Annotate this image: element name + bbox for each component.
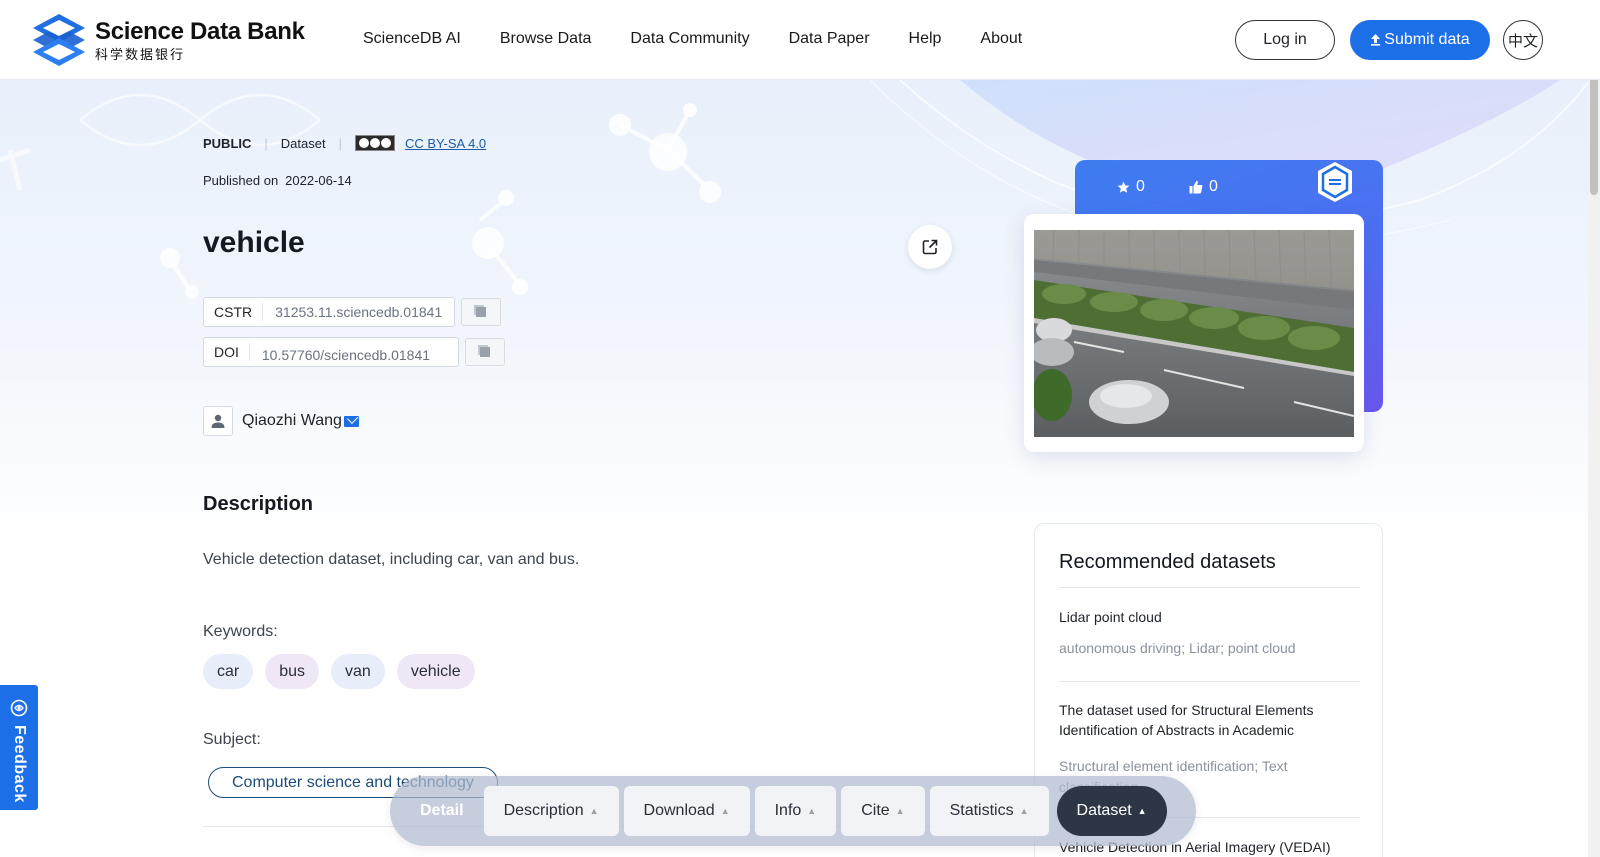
- dock-tab-label: Description: [503, 802, 584, 819]
- cstr-value: 31253.11.sciencedb.01841: [275, 304, 443, 320]
- recommended-title: Recommended datasets: [1059, 551, 1276, 573]
- license-link[interactable]: CC BY-SA 4.0: [405, 136, 486, 151]
- star-icon: [1117, 181, 1130, 193]
- nav-item-sciencedb-ai[interactable]: ScienceDB AI: [363, 30, 461, 48]
- recommended-item-title[interactable]: Lidar point cloud: [1059, 607, 1359, 627]
- meta-separator: |: [338, 135, 342, 151]
- external-link-icon: [922, 239, 938, 255]
- dock-tab-description[interactable]: Description ▲: [483, 786, 619, 836]
- recommended-item-keywords: autonomous driving; Lidar; point cloud: [1059, 640, 1296, 656]
- favorite-count-value: 0: [1136, 178, 1145, 195]
- meta-separator: |: [264, 135, 268, 151]
- thumbs-up-icon: [1189, 180, 1203, 194]
- published-value: 2022-06-14: [285, 173, 352, 188]
- section-dock: Detail Description ▲ Download ▲ Info ▲ Cite…: [390, 776, 1196, 846]
- chevron-up-icon: ▲: [720, 806, 730, 816]
- nav-item-data-paper[interactable]: Data Paper: [789, 30, 870, 48]
- site-logo[interactable]: Science Data Bank 科学数据银行: [30, 12, 305, 68]
- dataset-cover-image[interactable]: [1034, 230, 1354, 437]
- science-data-bank-logo-icon: [33, 14, 85, 66]
- cc-license-icon: [354, 135, 395, 151]
- language-switch-button[interactable]: 中文: [1503, 20, 1543, 60]
- recommended-item-title[interactable]: The dataset used for Structural Elements…: [1059, 700, 1359, 740]
- nav-item-help[interactable]: Help: [909, 30, 942, 48]
- dock-tab-info[interactable]: Info ▲: [754, 786, 837, 836]
- cstr-label: CSTR: [204, 303, 264, 321]
- chevron-up-icon: ▲: [895, 806, 905, 816]
- user-icon: [211, 414, 225, 428]
- feedback-label: Feedback: [11, 725, 28, 803]
- author-name[interactable]: Qiaozhi Wang: [242, 412, 342, 430]
- copy-cstr-button[interactable]: [461, 298, 501, 326]
- chevron-up-icon: ▲: [1019, 806, 1029, 816]
- copy-icon: [480, 347, 490, 357]
- logo-name-cn: 科学数据银行: [95, 46, 186, 62]
- certified-badge-icon: [1318, 162, 1352, 202]
- keywords-label: Keywords:: [203, 623, 278, 640]
- keyword-tag[interactable]: vehicle: [396, 654, 475, 689]
- nav-item-about[interactable]: About: [980, 30, 1022, 48]
- author-row: Qiaozhi Wang: [203, 406, 359, 436]
- keyword-tag[interactable]: van: [331, 654, 385, 689]
- chevron-up-icon: ▲: [1137, 806, 1147, 816]
- submit-data-button[interactable]: Submit data: [1350, 20, 1490, 60]
- dock-tab-label: Cite: [861, 802, 890, 819]
- published-date: Published on 2022-06-14: [203, 173, 352, 188]
- description-text: Vehicle detection dataset, including car…: [203, 551, 580, 568]
- favorite-count[interactable]: 0: [1117, 178, 1145, 196]
- nav-item-data-community[interactable]: Data Community: [630, 30, 749, 48]
- login-label: Log in: [1263, 31, 1307, 48]
- doi-label: DOI: [204, 343, 250, 361]
- dataset-meta-row: PUBLIC | Dataset | CC BY-SA 4.0: [203, 135, 486, 151]
- language-label: 中文: [1507, 32, 1538, 50]
- dock-tab-label: Download: [643, 802, 715, 819]
- upload-icon: [1371, 34, 1381, 46]
- dock-tab-dataset[interactable]: Dataset ▲: [1056, 786, 1167, 836]
- keyword-list: car bus van vehicle: [203, 654, 475, 689]
- dataset-cover-card: [1024, 214, 1364, 452]
- copy-doi-button[interactable]: [465, 338, 505, 366]
- published-label: Published on: [203, 173, 279, 188]
- keyword-tag[interactable]: bus: [265, 654, 320, 689]
- mail-icon[interactable]: [343, 415, 359, 427]
- dock-tab-label: Dataset: [1076, 802, 1132, 819]
- chevron-up-icon: ▲: [807, 806, 817, 816]
- doi-value: 10.57760/sciencedb.01841: [261, 347, 431, 363]
- login-button[interactable]: Log in: [1235, 20, 1335, 60]
- keyword-tag[interactable]: car: [203, 654, 254, 689]
- visibility-label: PUBLIC: [203, 135, 252, 151]
- subject-label: Subject:: [203, 731, 261, 748]
- feedback-tab[interactable]: Feedback: [0, 685, 38, 810]
- feedback-icon: [10, 699, 28, 717]
- top-navbar: Science Data Bank 科学数据银行 ScienceDB AI Br…: [0, 0, 1600, 80]
- like-count[interactable]: 0: [1189, 178, 1218, 196]
- dataset-title: vehicle: [203, 226, 305, 259]
- logo-name: Science Data Bank: [95, 17, 305, 45]
- main-nav: ScienceDB AI Browse Data Data Community …: [363, 30, 1022, 48]
- like-count-value: 0: [1209, 178, 1218, 195]
- doi-field: DOI 10.57760/sciencedb.01841: [203, 337, 459, 367]
- nav-item-browse-data[interactable]: Browse Data: [500, 30, 592, 48]
- copy-icon: [476, 307, 486, 317]
- dataset-type-label: Dataset: [280, 135, 326, 151]
- highway-photo-icon: [1034, 230, 1354, 437]
- dock-tab-label: Info: [774, 802, 802, 819]
- dock-detail-label: Detail: [420, 802, 464, 819]
- share-button[interactable]: [908, 225, 952, 269]
- submit-label: Submit data: [1384, 31, 1470, 48]
- cstr-field: CSTR 31253.11.sciencedb.01841: [203, 297, 455, 327]
- avatar: [203, 406, 233, 436]
- dock-tab-label: Statistics: [949, 802, 1014, 819]
- dock-tab-cite[interactable]: Cite ▲: [841, 786, 925, 836]
- dock-tab-download[interactable]: Download ▲: [623, 786, 750, 836]
- chevron-up-icon: ▲: [589, 806, 599, 816]
- description-heading: Description: [203, 493, 314, 515]
- dock-tab-statistics[interactable]: Statistics ▲: [929, 786, 1049, 836]
- divider: [1059, 681, 1360, 682]
- divider: [1059, 587, 1360, 588]
